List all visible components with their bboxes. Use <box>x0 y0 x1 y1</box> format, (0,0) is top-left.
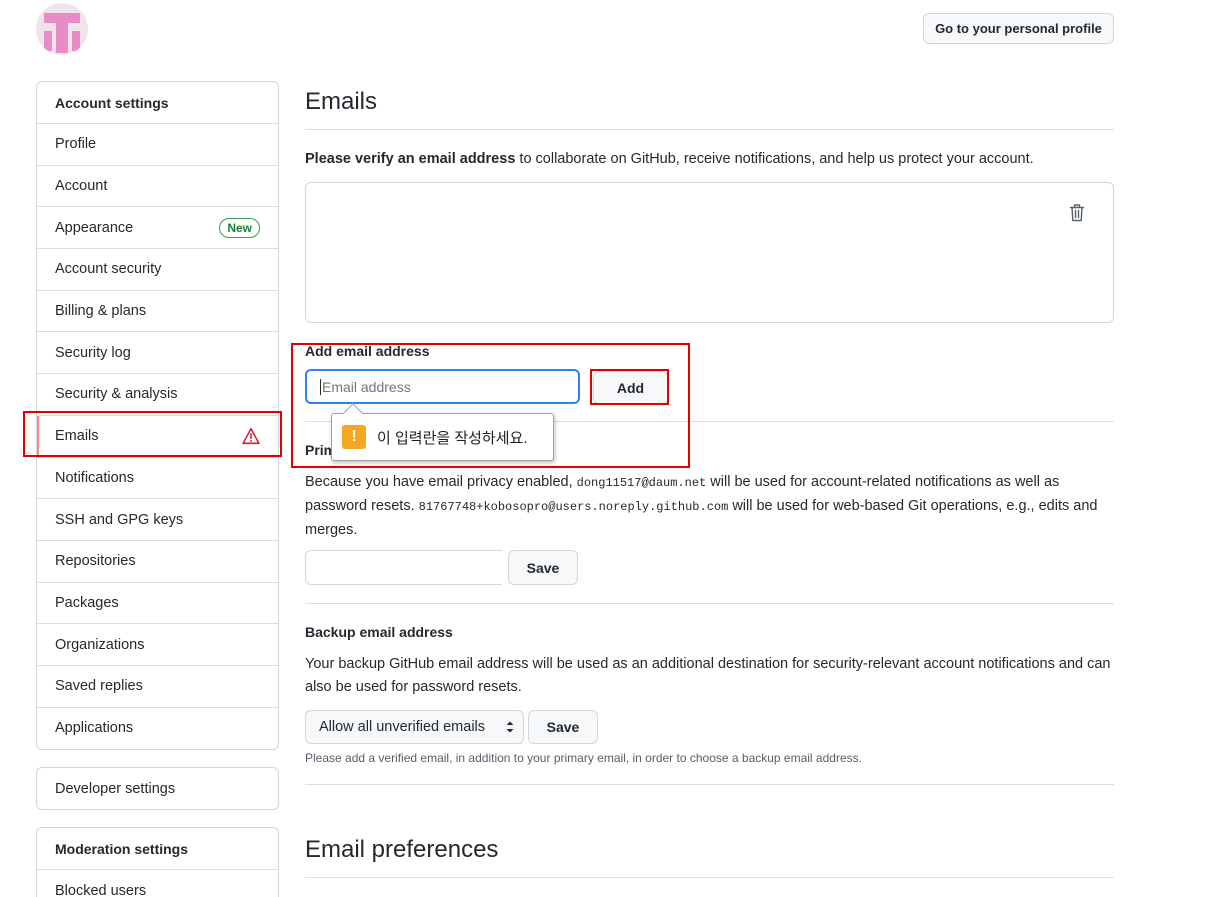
email-preferences-title: Email preferences <box>305 836 499 863</box>
sidebar-item-saved-replies[interactable]: Saved replies <box>37 666 278 708</box>
trash-icon[interactable] <box>1069 204 1085 222</box>
verify-notice: Please verify an email address to collab… <box>305 151 1034 167</box>
sidebar-item-applications[interactable]: Applications <box>37 708 278 750</box>
sidebar-item-emails[interactable]: Emails <box>37 415 278 458</box>
sidebar-item-appearance[interactable]: Appearance New <box>37 207 278 250</box>
alert-icon <box>242 428 260 445</box>
avatar[interactable] <box>36 3 88 55</box>
validation-tooltip: ! 이 입력란을 작성하세요. <box>331 403 554 461</box>
divider <box>305 129 1114 130</box>
backup-save-button[interactable]: Save <box>528 710 598 744</box>
divider <box>305 877 1114 878</box>
sidebar-item-profile[interactable]: Profile <box>37 124 278 166</box>
primary-save-button[interactable]: Save <box>508 550 578 585</box>
add-email-label: Add email address <box>305 343 430 359</box>
sidebar-item-billing[interactable]: Billing & plans <box>37 291 278 333</box>
sidebar-item-repositories[interactable]: Repositories <box>37 541 278 583</box>
email-address-input[interactable]: Email address <box>305 369 580 404</box>
account-settings-heading: Account settings <box>37 82 278 124</box>
sidebar-item-developer-settings[interactable]: Developer settings <box>37 768 278 809</box>
sidebar-item-notifications[interactable]: Notifications <box>37 458 278 500</box>
backup-email-select[interactable]: Allow all unverified emails <box>305 710 524 744</box>
backup-email-label: Backup email address <box>305 624 453 640</box>
sidebar-item-ssh-gpg-keys[interactable]: SSH and GPG keys <box>37 499 278 541</box>
new-badge: New <box>219 217 260 238</box>
primary-email-description: Because you have email privacy enabled, … <box>305 474 1098 538</box>
sidebar-item-security-analysis[interactable]: Security & analysis <box>37 374 278 416</box>
backup-note: Please add a verified email, in addition… <box>305 751 862 765</box>
add-email-button[interactable]: Add <box>593 371 668 404</box>
account-settings-menu: Account settings Profile Account Appeara… <box>36 81 279 751</box>
backup-email-description: Your backup GitHub email address will be… <box>305 656 1111 695</box>
developer-settings-menu: Developer settings <box>36 767 279 810</box>
primary-email-select[interactable] <box>305 550 502 585</box>
go-to-profile-button[interactable]: Go to your personal profile <box>923 13 1114 44</box>
sidebar-item-organizations[interactable]: Organizations <box>37 624 278 666</box>
sidebar-item-blocked-users[interactable]: Blocked users <box>37 870 278 897</box>
sidebar-item-account[interactable]: Account <box>37 166 278 208</box>
sidebar-item-packages[interactable]: Packages <box>37 583 278 625</box>
email-list-box <box>305 182 1114 323</box>
warning-icon: ! <box>342 425 366 449</box>
divider <box>305 603 1114 604</box>
sidebar-item-security-log[interactable]: Security log <box>37 332 278 375</box>
select-arrows-icon <box>506 721 514 733</box>
page-title: Emails <box>305 88 378 115</box>
divider <box>305 784 1114 785</box>
moderation-settings-heading: Moderation settings <box>37 828 278 870</box>
moderation-settings-menu: Moderation settings Blocked users <box>36 827 279 897</box>
sidebar-item-account-security[interactable]: Account security <box>37 249 278 291</box>
